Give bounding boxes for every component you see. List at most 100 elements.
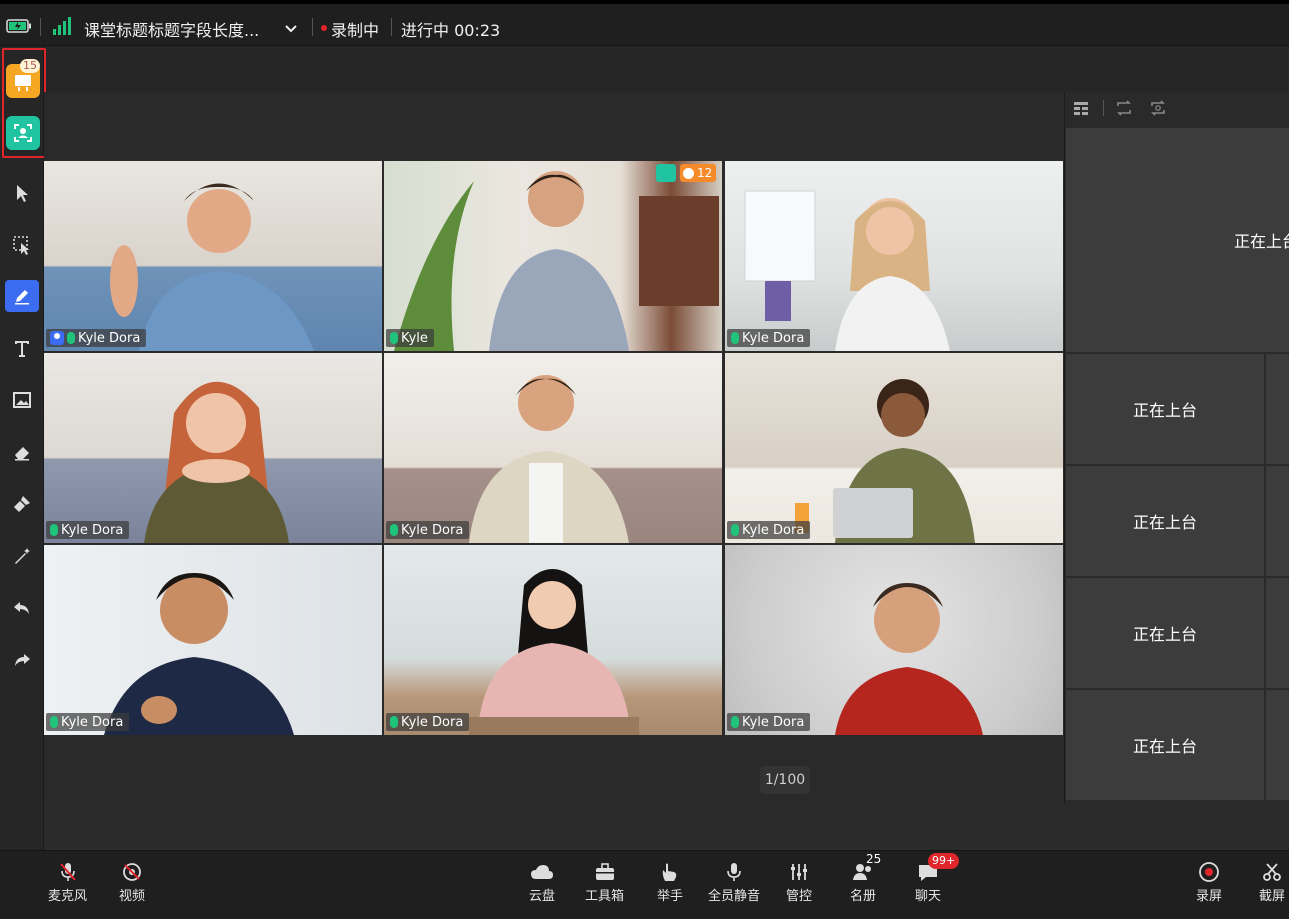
notification-badge: 15 bbox=[20, 59, 40, 73]
mic-off-icon bbox=[54, 859, 82, 885]
roster-label: 名册 bbox=[849, 889, 876, 904]
pointer-icon[interactable] bbox=[10, 181, 34, 205]
cloud-drive-label: 云盘 bbox=[528, 889, 555, 904]
magic-icon[interactable] bbox=[10, 544, 34, 568]
stage-slot-label: 正在上台 bbox=[1132, 737, 1197, 756]
cloud-drive-button[interactable]: 云盘 bbox=[528, 859, 556, 904]
signal-icon bbox=[52, 17, 72, 39]
video-tile[interactable]: Kyle Dora bbox=[725, 353, 1063, 543]
microphone-button[interactable]: 麦克风 bbox=[48, 859, 87, 904]
participant-badge: Kyle bbox=[386, 329, 434, 347]
reward-badge: 12 bbox=[680, 164, 717, 182]
host-icon bbox=[50, 331, 64, 345]
video-stage: Kyle Dora 12 Kyle Kyle Dora Kyle Dora Ky… bbox=[44, 92, 1064, 804]
redo-icon[interactable] bbox=[10, 648, 34, 672]
toolbox-icon bbox=[591, 859, 619, 885]
mic-on-icon bbox=[390, 716, 398, 728]
participant-badge: Kyle Dora bbox=[386, 713, 470, 731]
page-indicator: 1/100 bbox=[760, 766, 810, 794]
mic-on-icon bbox=[390, 332, 398, 344]
stage-slot[interactable] bbox=[1266, 466, 1289, 576]
video-tile[interactable]: Kyle Dora bbox=[44, 161, 382, 351]
screenshot-label: 截屏 bbox=[1258, 889, 1285, 904]
control-button[interactable]: 管控 bbox=[785, 859, 813, 904]
video-tile[interactable]: 12 Kyle bbox=[384, 161, 722, 351]
stage-queue-panel: 正在上台 正在上台 正在上台 正在上台 正在上台 bbox=[1064, 92, 1289, 804]
mute-all-label: 全员静音 bbox=[708, 889, 761, 904]
participant-name: Kyle Dora bbox=[61, 522, 124, 538]
participant-name: Kyle Dora bbox=[742, 714, 805, 730]
eraser-icon[interactable] bbox=[10, 440, 34, 464]
participant-name: Kyle bbox=[401, 330, 428, 346]
chevron-down-icon[interactable] bbox=[284, 20, 298, 39]
chat-unread-badge: 99+ bbox=[928, 853, 960, 869]
mic-on-icon bbox=[67, 332, 75, 344]
bottom-toolbar: 麦克风 视频 云盘 工具箱 举手 全员静音 管控 名册 25 聊天 99+ 录屏… bbox=[0, 850, 1289, 919]
participant-name: Kyle Dora bbox=[742, 330, 805, 346]
mic-on-icon bbox=[731, 716, 739, 728]
stage-app-icon bbox=[656, 164, 676, 182]
recording-label: 录制中 bbox=[331, 21, 380, 40]
toolbox-button[interactable]: 工具箱 bbox=[585, 859, 624, 904]
participant-badge: Kyle Dora bbox=[386, 521, 470, 539]
class-status: 进行中 00:23 bbox=[401, 21, 501, 40]
video-tile[interactable]: Kyle Dora bbox=[725, 545, 1063, 735]
stage-slot-label: 正在上台 bbox=[1132, 625, 1197, 644]
text-icon[interactable] bbox=[10, 336, 34, 360]
scissors-icon bbox=[1258, 859, 1286, 885]
participant-badge: Kyle Dora bbox=[727, 521, 811, 539]
camera-off-icon bbox=[118, 859, 146, 885]
stage-slot[interactable]: 正在上台 bbox=[1066, 354, 1264, 464]
video-tile[interactable]: Kyle Dora bbox=[384, 353, 722, 543]
mute-all-button[interactable]: 全员静音 bbox=[708, 859, 760, 904]
secondary-bar bbox=[44, 46, 1289, 92]
sliders-icon bbox=[785, 859, 813, 885]
video-button[interactable]: 视频 bbox=[118, 859, 146, 904]
screen-record-button[interactable]: 录屏 bbox=[1195, 859, 1223, 904]
video-tile[interactable]: Kyle Dora bbox=[44, 545, 382, 735]
layout-icon[interactable] bbox=[1073, 100, 1089, 120]
stage-slot[interactable]: 正在上台 bbox=[1066, 578, 1264, 688]
raise-hand-button[interactable]: 举手 bbox=[656, 859, 684, 904]
video-tile[interactable]: Kyle Dora bbox=[725, 161, 1063, 351]
participant-name: Kyle Dora bbox=[401, 714, 464, 730]
cloud-icon bbox=[528, 859, 556, 885]
participant-name: Kyle Dora bbox=[78, 330, 141, 346]
mic-on-icon bbox=[731, 524, 739, 536]
stage-slot-label: 正在上台 bbox=[1132, 513, 1197, 532]
video-tile[interactable]: Kyle Dora bbox=[44, 353, 382, 543]
participant-badge: Kyle Dora bbox=[727, 713, 811, 731]
participant-name: Kyle Dora bbox=[742, 522, 805, 538]
stage-slot[interactable] bbox=[1266, 578, 1289, 688]
rotate-icon[interactable] bbox=[1115, 100, 1133, 120]
image-icon[interactable] bbox=[10, 388, 34, 412]
control-label: 管控 bbox=[785, 889, 812, 904]
stage-slot[interactable] bbox=[1266, 354, 1289, 464]
mic-on-icon bbox=[50, 524, 58, 536]
mic-on-icon bbox=[731, 332, 739, 344]
trophy-icon bbox=[683, 167, 694, 179]
stage-slot-label: 正在上台 bbox=[1233, 232, 1289, 251]
hand-icon bbox=[656, 859, 684, 885]
undo-icon[interactable] bbox=[10, 596, 34, 620]
timer-cycle-icon[interactable] bbox=[1149, 100, 1167, 120]
participant-badge: Kyle Dora bbox=[727, 329, 811, 347]
class-title[interactable]: 课堂标题标题字段长度... bbox=[84, 17, 259, 41]
selection-icon[interactable] bbox=[10, 233, 34, 257]
stage-slot[interactable]: 正在上台 bbox=[1066, 466, 1264, 576]
participant-name: Kyle Dora bbox=[61, 714, 124, 730]
record-icon bbox=[1195, 859, 1223, 885]
stage-slot[interactable] bbox=[1266, 690, 1289, 800]
participant-badge: Kyle Dora bbox=[46, 521, 130, 539]
stage-slot-large[interactable]: 正在上台 bbox=[1066, 128, 1289, 352]
mute-all-icon bbox=[720, 859, 748, 885]
brush-icon[interactable] bbox=[10, 492, 34, 516]
pen-icon[interactable] bbox=[5, 280, 39, 312]
stage-slot[interactable]: 正在上台 bbox=[1066, 690, 1264, 800]
toolbox-label: 工具箱 bbox=[585, 889, 625, 904]
screen-record-label: 录屏 bbox=[1195, 889, 1222, 904]
video-tile[interactable]: Kyle Dora bbox=[384, 545, 722, 735]
screenshot-button[interactable]: 截屏 bbox=[1258, 859, 1286, 904]
attendance-app-button[interactable] bbox=[6, 116, 40, 150]
roster-count: 25 bbox=[866, 852, 882, 866]
